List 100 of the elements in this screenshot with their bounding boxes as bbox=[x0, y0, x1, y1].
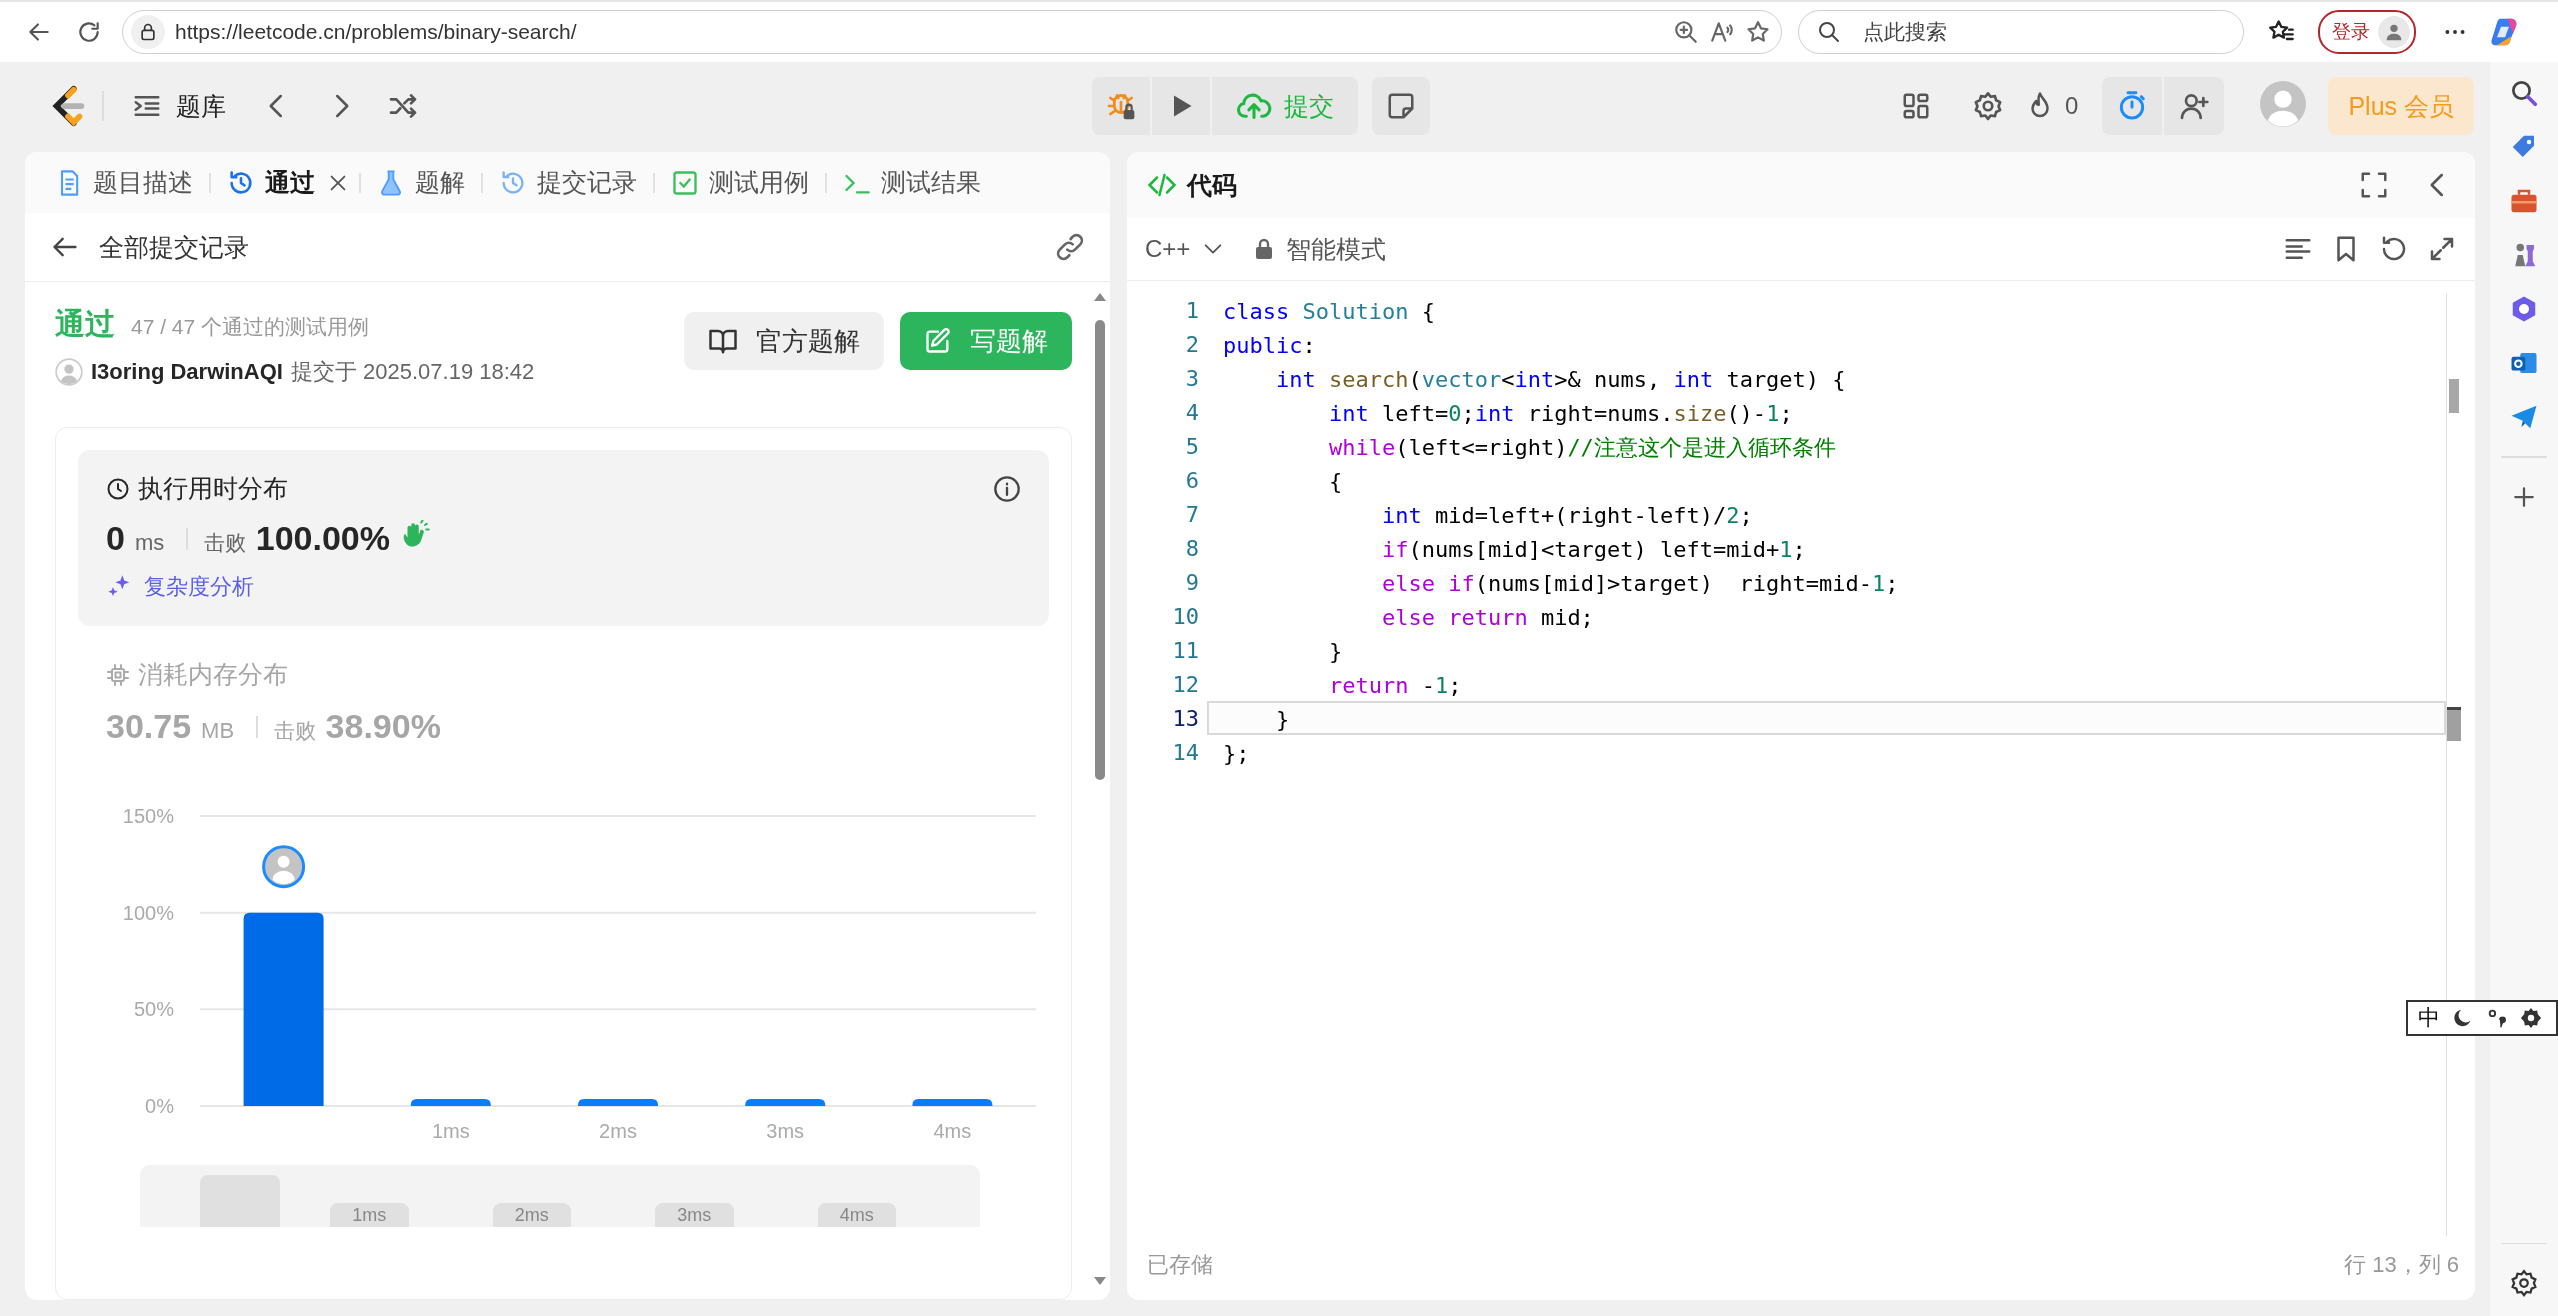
note-icon bbox=[1386, 91, 1416, 121]
axis-label: 150% bbox=[122, 805, 174, 827]
run-button[interactable] bbox=[1152, 77, 1210, 135]
link-icon[interactable] bbox=[1054, 231, 1086, 263]
axis-label: 100% bbox=[122, 901, 174, 924]
submission-status: 通过 bbox=[55, 306, 115, 342]
beats-percentage: 100.00% bbox=[255, 519, 390, 558]
user-name[interactable]: I3oring DarwinAQI bbox=[91, 359, 283, 385]
read-aloud-icon[interactable] bbox=[1709, 19, 1735, 45]
code-line: } bbox=[1327, 638, 1344, 666]
line-number: 8 bbox=[1184, 535, 1200, 561]
settings-icon[interactable] bbox=[2520, 1007, 2542, 1029]
code-line: else if(nums[mid]>target) right=mid-1; bbox=[1380, 570, 1900, 598]
edit-icon bbox=[924, 327, 952, 355]
complexity-analysis-link[interactable]: 复杂度分析 bbox=[106, 572, 254, 602]
language-dropdown[interactable]: C++ bbox=[1145, 235, 1225, 263]
axis-label: 1ms bbox=[431, 1120, 470, 1142]
axis-label: 4ms bbox=[817, 1203, 896, 1227]
code-line: { bbox=[1327, 468, 1344, 496]
search-icon[interactable] bbox=[2509, 78, 2539, 108]
line-number: 13 bbox=[1171, 705, 1200, 731]
line-number: 2 bbox=[1184, 331, 1200, 357]
line-number: 10 bbox=[1171, 603, 1200, 629]
axis-label: 3ms bbox=[766, 1120, 805, 1142]
code-line: else return mid; bbox=[1380, 604, 1595, 632]
runtime-value: 0 bbox=[106, 519, 125, 558]
line-number: 1 bbox=[1184, 297, 1200, 323]
line-number: 6 bbox=[1184, 467, 1200, 493]
axis-label: 2ms bbox=[599, 1120, 637, 1142]
tab[interactable]: 通过 bbox=[221, 157, 321, 208]
section-title: 消耗内存分布 bbox=[138, 659, 289, 690]
punctuation-icon[interactable] bbox=[2486, 1007, 2508, 1029]
code-line: return -1; bbox=[1327, 672, 1463, 700]
axis-label: 0% bbox=[145, 1095, 174, 1117]
test-summary: 47 / 47 个通过的测试用例 bbox=[131, 314, 370, 340]
invite-button[interactable] bbox=[2164, 77, 2225, 135]
tab[interactable]: 题目描述 bbox=[49, 157, 199, 208]
chip-icon bbox=[106, 662, 130, 687]
memory-value: 30.75 bbox=[106, 707, 192, 746]
problem-bank-link[interactable]: 题库 bbox=[118, 81, 240, 131]
user-marker-icon bbox=[262, 845, 306, 889]
code-line: class Solution { bbox=[1222, 298, 1436, 326]
streak-counter[interactable]: 0 bbox=[2025, 90, 2079, 122]
axis-label: 2ms bbox=[492, 1203, 571, 1227]
axis-label: 50% bbox=[133, 998, 174, 1021]
reload-icon[interactable] bbox=[76, 19, 102, 45]
line-number: 9 bbox=[1184, 569, 1200, 595]
checkbox-icon bbox=[671, 168, 699, 197]
history-icon bbox=[227, 168, 255, 197]
user-avatar-icon bbox=[55, 358, 83, 386]
save-status: 已存储 bbox=[1147, 1251, 1214, 1279]
unit-label: ms bbox=[134, 530, 165, 556]
code-line: }; bbox=[1222, 740, 1251, 768]
beats-label: 击败 bbox=[203, 530, 246, 556]
settings-icon[interactable] bbox=[2509, 1268, 2539, 1298]
scroll-down-icon[interactable] bbox=[1093, 1276, 1107, 1286]
clock-icon bbox=[106, 476, 130, 501]
code-line: while(left<=right)//注意这个是进入循环条件 bbox=[1327, 434, 1837, 462]
code-line: int search(vector<int>& nums, int target) { bbox=[1274, 366, 1847, 394]
mode-toggle[interactable]: 智能模式 bbox=[1252, 232, 2265, 266]
info-icon[interactable] bbox=[993, 474, 1021, 503]
line-number: 5 bbox=[1184, 433, 1200, 459]
scroll-up-icon[interactable] bbox=[1093, 292, 1107, 302]
tab[interactable]: 测试结果 bbox=[837, 157, 987, 208]
official-solution-button[interactable]: 官方题解 bbox=[684, 312, 884, 370]
code-line: if(nums[mid]<target) left=mid+1; bbox=[1380, 536, 1807, 564]
line-number: 11 bbox=[1171, 637, 1200, 663]
zoom-in-icon[interactable] bbox=[1673, 19, 1699, 45]
tab[interactable]: 提交记录 bbox=[493, 157, 643, 208]
line-number: 4 bbox=[1184, 399, 1200, 425]
code-line: int mid=left+(right-left)/2; bbox=[1380, 502, 1754, 530]
axis-label: 4ms bbox=[933, 1120, 972, 1142]
unit-label: MB bbox=[201, 718, 235, 744]
submission-time: 提交于 2025.07.19 18:42 bbox=[290, 358, 535, 386]
line-number: 7 bbox=[1184, 501, 1200, 527]
cursor-position: 行 13，列 6 bbox=[2344, 1251, 2459, 1279]
axis-label: 1ms bbox=[330, 1203, 409, 1227]
input-language-indicator[interactable]: 中 bbox=[2418, 1003, 2440, 1033]
line-number: 14 bbox=[1171, 739, 1200, 765]
login-button[interactable]: 登录 bbox=[2318, 10, 2416, 54]
lock-icon[interactable] bbox=[138, 22, 158, 42]
note-button[interactable] bbox=[1372, 77, 1430, 135]
line-number: 3 bbox=[1184, 365, 1200, 391]
fullscreen-icon[interactable] bbox=[2359, 170, 2389, 200]
code-line: public: bbox=[1222, 332, 1317, 360]
panel-title: 代码 bbox=[1187, 169, 1238, 201]
tab[interactable]: 题解 bbox=[371, 157, 471, 208]
beats-percentage: 38.90% bbox=[325, 707, 441, 746]
debug-button[interactable] bbox=[1092, 77, 1150, 135]
star-icon[interactable] bbox=[1745, 19, 1771, 45]
back-link[interactable]: 全部提交记录 bbox=[51, 230, 1054, 264]
code-line: int left=0;int right=nums.size()-1; bbox=[1327, 400, 1794, 428]
search-icon bbox=[1817, 20, 1841, 44]
scrollbar[interactable] bbox=[1092, 292, 1108, 1286]
section-title: 执行用时分布 bbox=[138, 473, 289, 504]
layout-icon[interactable] bbox=[1901, 91, 1932, 121]
line-number: 12 bbox=[1171, 671, 1200, 697]
axis-label: 3ms bbox=[655, 1203, 734, 1227]
tab[interactable]: 测试用例 bbox=[665, 157, 815, 208]
timer-button[interactable] bbox=[2102, 77, 2163, 135]
